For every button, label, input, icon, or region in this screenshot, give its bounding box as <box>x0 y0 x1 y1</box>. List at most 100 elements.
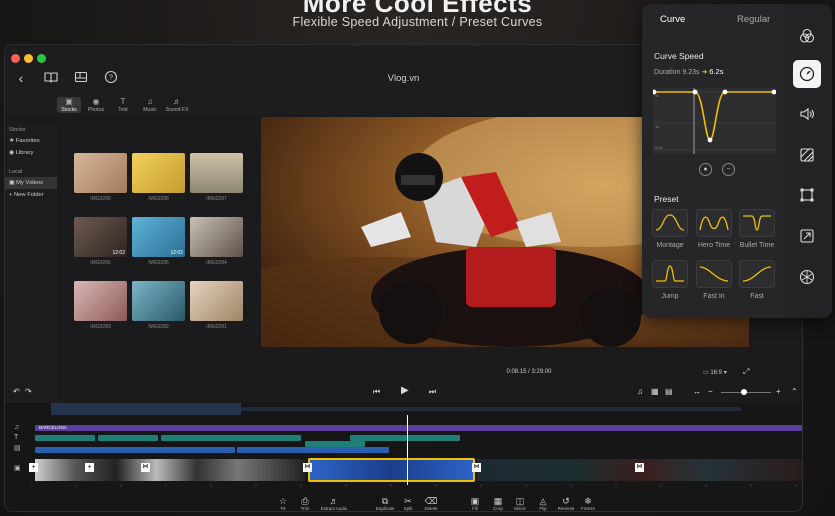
add-transition-button[interactable]: + <box>29 463 38 472</box>
timeline[interactable]: ♫ BARCELONA T ▤ ▣ + + ⋈ ⋈ ⋈ ⋈ ☆ Fit ⎙ Tr… <box>5 403 802 511</box>
zoom-slider[interactable] <box>721 389 771 395</box>
tab-curve[interactable]: Curve <box>660 14 685 25</box>
tab-music[interactable]: ♫ Music <box>138 97 162 113</box>
minimize-window-button[interactable] <box>24 54 33 63</box>
overlay-clip[interactable] <box>237 447 389 453</box>
skip-forward-icon[interactable]: ⏭ <box>429 387 436 397</box>
graph-label: 5x <box>655 93 660 98</box>
time-ruler <box>30 484 802 492</box>
title-clip[interactable] <box>161 435 301 441</box>
zoom-out-button[interactable]: − <box>708 387 713 396</box>
media-thumb[interactable] <box>132 281 185 321</box>
media-thumb[interactable] <box>74 281 127 321</box>
tab-regular[interactable]: Regular <box>737 14 770 25</box>
adjust-icon[interactable] <box>793 141 821 169</box>
media-thumb[interactable] <box>190 281 243 321</box>
sidebar-item-favorites[interactable]: ★ Favorites <box>5 135 57 147</box>
skip-back-icon[interactable]: ⏮ <box>373 387 380 397</box>
selected-video-clip[interactable] <box>308 458 475 482</box>
add-point-button[interactable]: ● <box>699 163 712 176</box>
title-clip[interactable] <box>35 435 95 441</box>
playhead[interactable] <box>407 415 408 485</box>
remove-point-button[interactable]: − <box>722 163 735 176</box>
media-thumb[interactable]: 12:02 <box>74 217 127 257</box>
preset-fast-in[interactable] <box>696 260 732 288</box>
redo-icon[interactable]: ↷ <box>25 387 32 396</box>
curve-point[interactable] <box>722 89 728 95</box>
preset-bullet-time[interactable] <box>739 209 775 237</box>
collapse-icon[interactable]: ⌃ <box>791 387 798 396</box>
sound-icon: ♬ <box>173 97 181 106</box>
trash-icon: ⌫ <box>424 496 438 506</box>
freeze-icon: ❄ <box>584 496 592 506</box>
zoom-slider-thumb[interactable] <box>741 389 747 395</box>
media-thumb[interactable] <box>74 153 127 193</box>
tab-photos[interactable]: ◉ Photos <box>84 97 108 113</box>
sidebar-item-my-videos[interactable]: ▣ My Videos <box>5 177 57 189</box>
overlay-clip[interactable] <box>35 447 235 453</box>
preset-label: Montage <box>656 242 684 249</box>
delete-button[interactable]: ⌫ Delete <box>416 496 446 511</box>
undo-icon[interactable]: ↶ <box>13 387 20 396</box>
speed-curve-graph[interactable]: 5x 1x 0.1x <box>651 88 777 154</box>
volume-icon[interactable] <box>793 100 821 128</box>
preset-label: Fast <box>750 293 764 300</box>
curve-point[interactable] <box>707 137 713 143</box>
media-tabs: ▣ Stocks ◉ Photos T Text ♫ Music ♬ Sound FX <box>57 97 253 119</box>
transition-icon[interactable]: ⋈ <box>635 463 644 472</box>
tab-sound-fx[interactable]: ♬ Sound FX <box>165 97 189 113</box>
media-thumb[interactable]: 12:02 <box>132 217 185 257</box>
preset-label: Jump <box>661 293 679 300</box>
sidebar-header-stocks: Stocks <box>9 127 26 133</box>
transform-icon[interactable] <box>793 181 821 209</box>
title-clip[interactable] <box>350 435 460 441</box>
preset-hero-time[interactable] <box>696 209 732 237</box>
media-thumb-label: IMG0284 <box>206 260 227 266</box>
preset-fast[interactable] <box>739 260 775 288</box>
transition-icon[interactable]: ⋈ <box>303 463 312 472</box>
zoom-in-button[interactable]: + <box>776 387 781 396</box>
play-icon[interactable]: ▶ <box>401 385 409 396</box>
fit-timeline-icon[interactable]: ↔ <box>693 387 701 396</box>
sidebar-item-new-folder[interactable]: + New Folder <box>5 189 57 201</box>
bottom-toolbar: ☆ Fit ⎙ Trim ♬ Extract Audio ⧉ Duplicate ✂ Sp… <box>5 496 802 511</box>
media-thumb[interactable] <box>132 153 185 193</box>
media-thumb[interactable] <box>190 217 243 257</box>
transition-icon[interactable]: ⋈ <box>472 463 481 472</box>
extract-audio-button[interactable]: ♬ Extract Audio <box>319 496 349 511</box>
music-add-icon[interactable]: ♫ <box>637 387 643 396</box>
close-window-button[interactable] <box>11 54 20 63</box>
resize-icon[interactable] <box>793 222 821 250</box>
maximize-window-button[interactable] <box>37 54 46 63</box>
text-track-icon: T <box>14 434 19 441</box>
graph-label: 1x <box>655 124 660 129</box>
sidebar-item-library[interactable]: ◉ Library <box>5 147 57 159</box>
curve-point[interactable] <box>692 89 698 95</box>
filters-icon[interactable] <box>793 22 821 50</box>
preset-jump[interactable] <box>652 260 688 288</box>
graph-label: 0.1x <box>655 145 663 150</box>
tab-text[interactable]: T Text <box>111 97 135 113</box>
video-clip[interactable] <box>35 459 305 481</box>
title-clip[interactable] <box>98 435 158 441</box>
transition-icon[interactable]: ⋈ <box>141 463 150 472</box>
freeze-button[interactable]: ❄ Freeze <box>573 496 603 511</box>
preset-label: Bullet Time <box>739 242 775 249</box>
duration-readout: Duration 9.23s ➜ 6.2s <box>654 67 724 76</box>
text-add-icon[interactable]: ▦ <box>651 387 659 396</box>
curve-speed-title: Curve Speed <box>654 51 704 61</box>
film-icon: ▣ <box>65 97 73 106</box>
photo-icon: ◉ <box>92 97 100 106</box>
trim-button[interactable]: ⎙ Trim <box>290 496 320 511</box>
fullscreen-icon[interactable]: ⤢ <box>743 367 749 377</box>
text-track-clip[interactable]: BARCELONA <box>35 425 802 431</box>
effects-icon[interactable] <box>793 263 821 291</box>
tab-stocks[interactable]: ▣ Stocks <box>57 97 81 113</box>
curve-point[interactable] <box>771 89 777 95</box>
media-thumb[interactable] <box>190 153 243 193</box>
aspect-ratio-button[interactable]: ▭ 16:9 ▾ <box>703 369 727 376</box>
add-transition-button[interactable]: + <box>85 463 94 472</box>
preset-montage[interactable] <box>652 209 688 237</box>
image-add-icon[interactable]: ▤ <box>665 387 673 396</box>
speed-icon[interactable] <box>793 60 821 88</box>
